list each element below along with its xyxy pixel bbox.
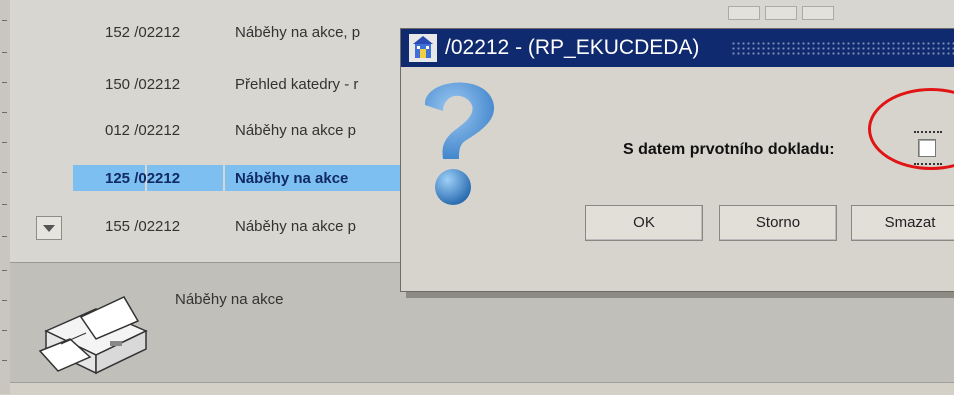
report-number: 012 /02212 (105, 122, 181, 139)
edge-tick (2, 270, 7, 271)
question-mark-icon (407, 77, 507, 222)
report-number: 152 /02212 (105, 24, 181, 41)
report-description: Náběhy na akce p (235, 218, 356, 235)
edge-tick (2, 236, 7, 237)
edge-tick (2, 360, 7, 361)
edge-tick (2, 204, 7, 205)
edge-tick (2, 112, 7, 113)
dialog-titlebar[interactable]: /02212 - (RP_EKUCDEDA) (401, 29, 954, 67)
clear-button[interactable]: Smazat (851, 205, 954, 241)
edge-tick (2, 172, 7, 173)
chevron-down-icon (43, 225, 55, 232)
edge-tick (2, 82, 7, 83)
printer-icon (36, 269, 156, 384)
report-number: 155 /02212 (105, 218, 181, 235)
report-description: Náběhy na akce p (235, 122, 356, 139)
checkbox-label: S datem prvotního dokladu: (623, 141, 835, 158)
report-description: Přehled katedry - r (235, 76, 359, 93)
edge-tick (2, 52, 7, 53)
report-description: Náběhy na akce, p (235, 24, 361, 41)
cancel-button[interactable]: Storno (719, 205, 837, 241)
edge-tick (2, 142, 7, 143)
edge-tick (2, 20, 7, 21)
scroll-down-button[interactable] (36, 216, 62, 240)
report-number: 125 /02212 (105, 170, 181, 187)
edge-tick (2, 330, 7, 331)
edge-tick (2, 300, 7, 301)
oracle-forms-icon (409, 34, 437, 62)
report-number: 150 /02212 (105, 76, 181, 93)
report-description: Náběhy na akce (235, 170, 349, 187)
parameter-dialog: /02212 - (RP_EKUCDEDA) S datem prvotního… (400, 28, 954, 292)
dialog-title: /02212 - (RP_EKUCDEDA) (445, 36, 700, 59)
selected-report-label: Náběhy na akce (175, 291, 284, 308)
status-bar (10, 382, 954, 395)
titlebar-pattern (731, 41, 954, 55)
ok-button[interactable]: OK (585, 205, 703, 241)
